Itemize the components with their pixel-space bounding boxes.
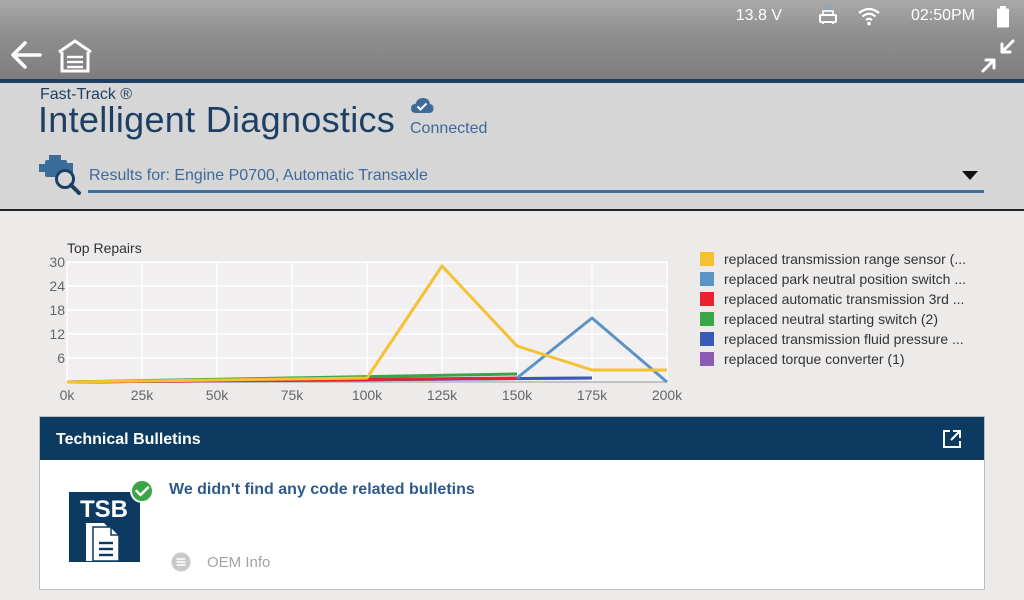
x-tick-label: 175k [577,387,608,403]
clock: 02:50PM [910,7,975,24]
results-dropdown[interactable]: Results for: Engine P0700, Automatic Tra… [88,163,984,193]
chart-legend: replaced transmission range sensor (... r… [700,249,1010,369]
legend-item: replaced torque converter (1) [700,349,1010,369]
vehicle-connector-icon [818,7,838,30]
chevron-down-icon [962,171,978,180]
card-title: Technical Bulletins [56,431,201,448]
exit-fullscreen-button[interactable] [980,38,1016,74]
expand-card-button[interactable] [942,429,962,449]
results-label: Results for: Engine P0700, Automatic Tra… [89,167,428,184]
top-bar: 13.8 V 02:50PM [0,0,1024,82]
legend-swatch [700,272,714,286]
legend-swatch [700,292,714,306]
y-tick-label: 24 [49,278,65,294]
x-tick-label: 125k [427,387,458,403]
connection-status: Connected [410,120,488,137]
header: Fast-Track ® Intelligent Diagnostics Con… [0,83,1024,211]
legend-item: replaced neutral starting switch (2) [700,309,1010,329]
status-bar: 13.8 V 02:50PM [710,6,1010,28]
x-tick-label: 150k [502,387,533,403]
exit-fullscreen-icon [981,39,1015,73]
oem-info-label: OEM Info [207,553,271,571]
home-button[interactable] [56,38,94,74]
y-tick-label: 12 [49,326,65,342]
legend-item: replaced transmission fluid pressure ... [700,329,1010,349]
page-title: Intelligent Diagnostics [38,99,396,140]
legend-label: replaced transmission range sensor (... [724,251,966,267]
chart-canvas: 0k 25k 50k 75k 100k 125k 150k 175k 200k 6 12 18 24 30 [49,254,683,403]
y-tick-label: 30 [49,254,65,270]
wifi-icon [858,6,880,31]
legend-swatch [700,332,714,346]
legend-swatch [700,352,714,366]
x-tick-label: 100k [352,387,383,403]
legend-label: replaced neutral starting switch (2) [724,311,938,327]
y-tick-label: 6 [57,350,65,366]
x-tick-label: 200k [652,387,683,403]
voltage-readout: 13.8 V [735,7,782,24]
legend-swatch [700,312,714,326]
legend-swatch [700,252,714,266]
tsb-label: TSB [80,496,128,523]
y-tick-label: 18 [49,302,65,318]
technical-bulletins-card: Technical Bulletins TSB We didn't find a… [39,416,985,590]
list-icon [171,552,191,572]
x-tick-label: 0k [60,387,76,403]
check-badge-icon [130,479,154,503]
battery-icon [996,6,1010,33]
back-button[interactable] [8,38,44,72]
x-tick-label: 25k [131,387,155,403]
legend-label: replaced automatic transmission 3rd ... [724,291,965,307]
legend-label: replaced park neutral position switch ..… [724,271,967,287]
legend-label: replaced transmission fluid pressure ... [724,331,964,347]
back-arrow-icon [11,41,42,69]
home-icon [58,39,92,73]
card-header: Technical Bulletins [40,417,984,460]
tsb-icon: TSB [68,479,156,563]
x-tick-label: 75k [281,387,305,403]
expand-icon [943,430,961,448]
legend-item: replaced transmission range sensor (... [700,249,1010,269]
top-repairs-chart: Top Repairs 0k 25k 50k 75k 100k 125k 150k 175k 2… [0,236,700,411]
legend-label: replaced torque converter (1) [724,351,905,367]
engine-search-icon [38,153,82,195]
x-tick-label: 50k [206,387,230,403]
legend-item: replaced automatic transmission 3rd ... [700,289,1010,309]
no-bulletins-message: We didn't find any code related bulletin… [169,481,475,498]
cloud-check-icon [410,96,434,116]
legend-item: replaced park neutral position switch ..… [700,269,1010,289]
oem-info-link[interactable]: OEM Info [171,551,270,573]
